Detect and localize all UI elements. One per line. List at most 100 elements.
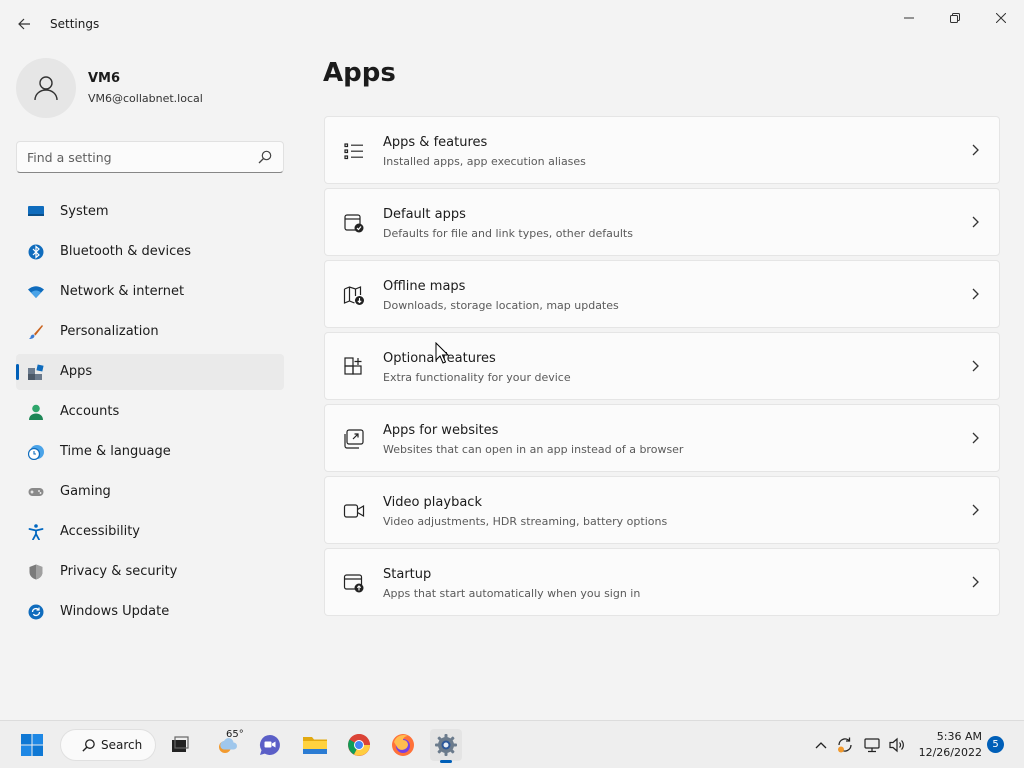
firefox-icon: [392, 734, 414, 756]
add-grid-icon: [344, 357, 362, 375]
minimize-icon: [904, 17, 914, 19]
search-input[interactable]: [17, 142, 247, 172]
card-default-apps[interactable]: Default apps Defaults for file and link …: [324, 188, 1000, 256]
sidebar-item-accounts[interactable]: Accounts: [16, 394, 284, 430]
minimize-button[interactable]: [886, 4, 932, 32]
sidebar-item-gaming[interactable]: Gaming: [16, 474, 284, 510]
sidebar-item-privacy-security[interactable]: Privacy & security: [16, 554, 284, 590]
card-startup[interactable]: Startup Apps that start automatically wh…: [324, 548, 1000, 616]
sidebar-item-label: Bluetooth & devices: [60, 244, 191, 259]
sidebar-item-windows-update[interactable]: Windows Update: [16, 594, 284, 630]
chat-button[interactable]: [254, 729, 286, 761]
startup-icon: [343, 574, 364, 593]
card-subtitle: Video adjustments, HDR streaming, batter…: [383, 515, 668, 528]
card-apps-features[interactable]: Apps & features Installed apps, app exec…: [324, 116, 1000, 184]
task-view-button[interactable]: [164, 729, 196, 761]
card-video-playback[interactable]: Video playback Video adjustments, HDR st…: [324, 476, 1000, 544]
card-title: Startup: [383, 567, 432, 582]
clock-globe-icon: [28, 445, 44, 460]
sidebar-item-bluetooth[interactable]: Bluetooth & devices: [16, 234, 284, 270]
card-subtitle: Defaults for file and link types, other …: [383, 227, 633, 240]
open-external-icon: [344, 429, 364, 449]
sidebar-item-label: Windows Update: [60, 604, 170, 619]
chevron-right-icon: [972, 504, 979, 516]
sidebar-item-accessibility[interactable]: Accessibility: [16, 514, 284, 550]
sidebar-item-label: Accessibility: [60, 524, 140, 539]
avatar: [16, 58, 76, 118]
notification-badge[interactable]: 5: [987, 736, 1004, 753]
ethernet-icon: [864, 738, 880, 753]
sidebar-item-personalization[interactable]: Personalization: [16, 314, 284, 350]
restore-button[interactable]: [932, 4, 978, 32]
sidebar-item-system[interactable]: System: [16, 194, 284, 230]
card-apps-for-websites[interactable]: Apps for websites Websites that can open…: [324, 404, 1000, 472]
sync-icon: [838, 737, 852, 753]
clock-date[interactable]: 12/26/2022: [914, 746, 982, 759]
brush-icon: [29, 325, 43, 339]
chevron-right-icon: [972, 144, 979, 156]
wifi-icon: [28, 286, 44, 298]
mouse-cursor-icon: [435, 342, 449, 364]
card-title: Offline maps: [383, 279, 466, 294]
task-view-icon: [172, 736, 189, 752]
file-explorer-button[interactable]: [299, 729, 331, 761]
speaker-icon: [889, 737, 904, 753]
back-button[interactable]: [10, 12, 38, 36]
chevron-right-icon: [972, 360, 979, 372]
network-tray-button[interactable]: [862, 735, 882, 755]
apps-icon: [28, 364, 44, 380]
volume-tray-button[interactable]: [887, 735, 907, 755]
page-title: Apps: [323, 58, 396, 88]
card-offline-maps[interactable]: Offline maps Downloads, storage location…: [324, 260, 1000, 328]
taskbar-search-button[interactable]: Search: [60, 729, 156, 761]
folder-icon: [303, 737, 327, 754]
show-hidden-icons-button[interactable]: [811, 735, 831, 755]
list-icon: [344, 143, 363, 160]
sidebar-item-label: Network & internet: [60, 284, 185, 299]
chevron-right-icon: [972, 288, 979, 300]
sidebar-item-label: Time & language: [60, 444, 171, 459]
accessibility-icon: [28, 524, 44, 540]
taskbar-search-label: Search: [101, 738, 143, 752]
sidebar-item-time-language[interactable]: Time & language: [16, 434, 284, 470]
search-icon[interactable]: [257, 149, 273, 165]
taskbar: Search 65° 5:36 AM 12/26/2022 5: [0, 720, 1024, 768]
card-optional-features[interactable]: Optional features Extra functionality fo…: [324, 332, 1000, 400]
chevron-right-icon: [972, 576, 979, 588]
sidebar-item-label: Privacy & security: [60, 564, 178, 579]
settings-cards: Apps & features Installed apps, app exec…: [324, 116, 1000, 620]
chevron-right-icon: [972, 432, 979, 444]
card-subtitle: Websites that can open in an app instead…: [383, 443, 684, 456]
chrome-icon: [348, 734, 370, 756]
card-subtitle: Apps that start automatically when you s…: [383, 587, 641, 600]
user-profile[interactable]: VM6 VM6@collabnet.local: [16, 58, 286, 118]
firefox-button[interactable]: [387, 729, 419, 761]
default-apps-icon: [344, 214, 364, 233]
user-email: VM6@collabnet.local: [88, 92, 203, 105]
arrow-left-icon: [18, 18, 30, 30]
sidebar-item-network[interactable]: Network & internet: [16, 274, 284, 310]
update-icon: [28, 604, 44, 620]
chrome-button[interactable]: [343, 729, 375, 761]
clock-time[interactable]: 5:36 AM: [920, 730, 982, 743]
sidebar: VM6 VM6@collabnet.local System Bluetooth…: [0, 48, 300, 720]
sidebar-item-label: Apps: [60, 364, 93, 379]
search-icon: [82, 739, 95, 752]
settings-taskbar-button[interactable]: [430, 729, 462, 763]
card-title: Default apps: [383, 207, 466, 222]
start-button[interactable]: [16, 729, 48, 761]
shield-icon: [29, 564, 43, 580]
card-title: Apps & features: [383, 135, 488, 150]
sidebar-item-apps[interactable]: Apps: [16, 354, 284, 390]
card-subtitle: Extra functionality for your device: [383, 371, 571, 384]
close-button[interactable]: [978, 4, 1024, 32]
update-tray-button[interactable]: [835, 735, 855, 755]
sidebar-item-label: System: [60, 204, 109, 219]
windows-logo-icon: [21, 734, 43, 756]
title-bar: Settings: [0, 0, 1024, 48]
map-download-icon: [343, 286, 364, 305]
chat-icon: [259, 735, 280, 755]
system-icon: [28, 206, 44, 216]
restore-icon: [950, 13, 960, 23]
gear-icon: [435, 734, 457, 756]
